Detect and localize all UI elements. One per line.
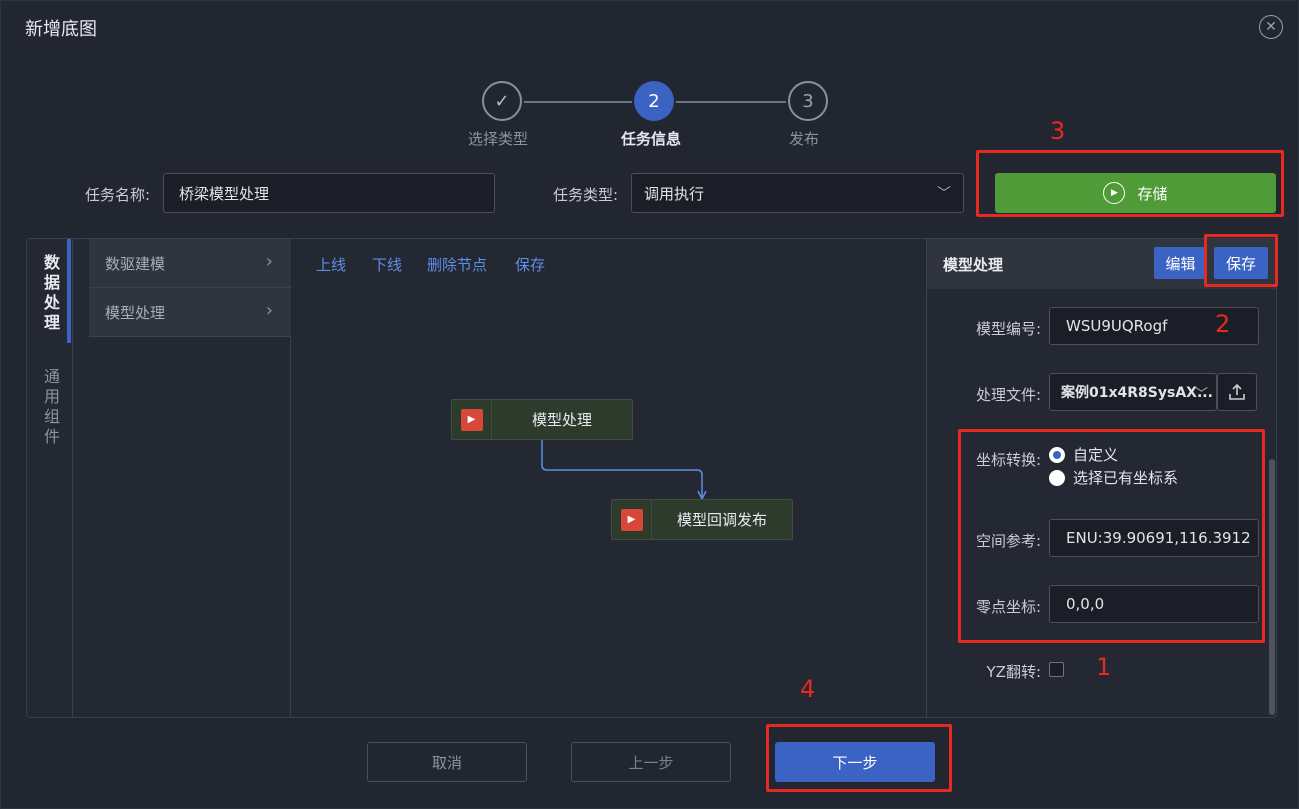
annotation-number-1: 1 [1096, 653, 1112, 681]
file-label: 处理文件: [975, 386, 1041, 404]
flow-node-model-processing[interactable]: ▶ 模型处理 [451, 399, 633, 440]
stepper: ✓ 2 3 选择类型 任务信息 发布 [1, 81, 1299, 151]
coord-transform-label: 坐标转换: [975, 451, 1041, 469]
chevron-down-icon: ﹀ [937, 186, 951, 202]
property-title: 模型处理 [943, 256, 1004, 274]
property-header: 模型处理 编辑 保存 [927, 239, 1276, 289]
file-value: 案例01x4R8SysAX... [1061, 385, 1213, 401]
origin-input[interactable]: 0,0,0 [1049, 585, 1259, 623]
file-select[interactable]: 案例01x4R8SysAX... ﹀ [1049, 373, 1217, 411]
yz-flip-checkbox[interactable] [1049, 662, 1064, 677]
workflow-panel: 数据处理 通用组件 数驱建模 › 模型处理 › 上线 下线 删除节点 保存 ▶ … [26, 238, 1277, 718]
task-type-label: 任务类型: [553, 186, 619, 204]
next-step-button[interactable]: 下一步 [775, 742, 935, 782]
radio-existing-crs[interactable]: 选择已有坐标系 [1049, 467, 1178, 488]
step-1-label: 选择类型 [467, 130, 528, 148]
step-connector [524, 101, 632, 103]
spatial-ref-label: 空间参考: [975, 532, 1041, 550]
active-tab-indicator [67, 239, 71, 343]
close-icon[interactable]: ✕ [1259, 15, 1283, 39]
task-type-select[interactable]: 调用执行 ﹀ [631, 173, 964, 213]
edit-button[interactable]: 编辑 [1154, 247, 1207, 279]
upload-button[interactable] [1217, 373, 1257, 411]
task-name-label: 任务名称: [85, 186, 151, 204]
task-name-input[interactable]: 桥梁模型处理 [163, 173, 495, 213]
tab-common-components[interactable]: 通用组件 [41, 367, 63, 447]
annotation-number-4: 4 [800, 675, 816, 703]
step-connector [676, 101, 786, 103]
model-id-label: 模型编号: [975, 320, 1041, 338]
store-button[interactable]: ▶ 存储 [995, 173, 1276, 213]
step-3-indicator: 3 [788, 81, 828, 121]
play-icon: ▶ [620, 508, 643, 531]
menu-item-label: 模型处理 [105, 303, 166, 322]
flow-canvas[interactable]: 上线 下线 删除节点 保存 ▶ 模型处理 ▶ 模型回调发布 [292, 239, 926, 717]
dialog-title: 新增底图 [25, 19, 97, 40]
prev-step-button[interactable]: 上一步 [571, 742, 731, 782]
step-1-check-icon: ✓ [482, 81, 522, 121]
step-3-label: 发布 [788, 130, 819, 148]
annotation-number-3: 3 [1050, 117, 1066, 145]
upload-icon [1229, 383, 1245, 400]
tab-data-processing[interactable]: 数据处理 [41, 253, 63, 333]
spatial-ref-value: ENU:39.90691,116.3912 [1066, 529, 1251, 547]
task-type-value: 调用执行 [644, 184, 705, 203]
model-id-value: WSU9UQRogf [1066, 317, 1168, 335]
step-2-label: 任务信息 [620, 130, 681, 148]
chevron-right-icon: › [265, 300, 273, 321]
radio-label: 选择已有坐标系 [1073, 469, 1179, 487]
chevron-down-icon: ﹀ [1194, 387, 1208, 402]
task-name-value: 桥梁模型处理 [179, 184, 270, 203]
radio-unchecked-icon [1049, 469, 1065, 486]
radio-checked-icon [1049, 446, 1065, 463]
yz-flip-label: YZ翻转: [986, 663, 1042, 681]
menu-item-model-processing[interactable]: 模型处理 › [89, 288, 291, 337]
cancel-button[interactable]: 取消 [367, 742, 527, 782]
origin-label: 零点坐标: [975, 598, 1041, 616]
annotation-number-2: 2 [1215, 310, 1231, 338]
radio-label: 自定义 [1073, 446, 1119, 464]
scrollbar[interactable] [1269, 459, 1275, 715]
node-icon-slot: ▶ [612, 500, 652, 539]
radio-custom[interactable]: 自定义 [1049, 444, 1118, 465]
divider [72, 239, 73, 717]
menu-item-label: 数驱建模 [105, 254, 166, 273]
store-button-label: 存储 [1137, 184, 1168, 203]
node-label: 模型回调发布 [676, 511, 767, 529]
component-menu: 数驱建模 › 模型处理 › [89, 239, 291, 717]
step-2-indicator: 2 [634, 81, 674, 121]
save-button[interactable]: 保存 [1214, 247, 1268, 279]
add-basemap-dialog: 新增底图 ✕ ✓ 2 3 选择类型 任务信息 发布 任务名称: 桥梁模型处理 任… [0, 0, 1299, 809]
chevron-right-icon: › [265, 251, 273, 272]
flow-node-model-callback-publish[interactable]: ▶ 模型回调发布 [611, 499, 793, 540]
menu-item-data-modeling[interactable]: 数驱建模 › [89, 239, 291, 288]
play-icon: ▶ [460, 408, 483, 431]
origin-value: 0,0,0 [1066, 595, 1105, 613]
flow-connector [541, 440, 707, 501]
vertical-tabs: 数据处理 通用组件 [27, 239, 89, 717]
spatial-ref-input[interactable]: ENU:39.90691,116.3912 [1049, 519, 1259, 557]
play-circle-icon: ▶ [1103, 182, 1126, 204]
node-label: 模型处理 [531, 411, 592, 429]
node-icon-slot: ▶ [452, 400, 492, 439]
